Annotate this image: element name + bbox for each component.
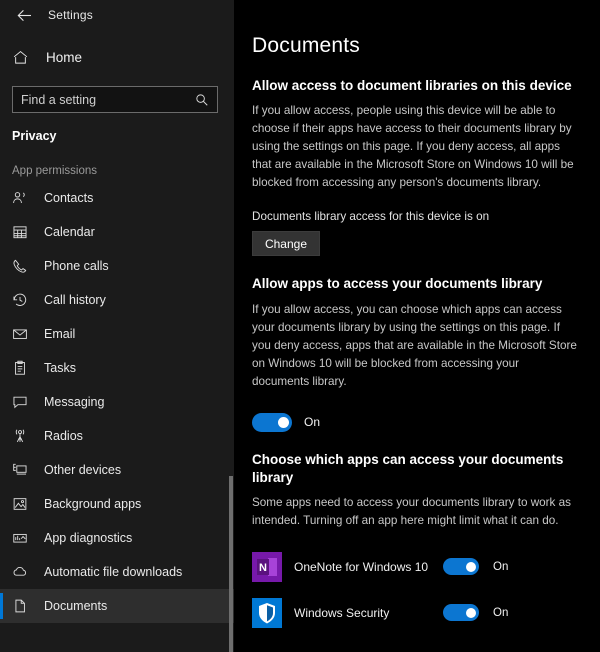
list-item: N OneNote for Windows 10 On <box>252 546 578 587</box>
sidebar-item-home[interactable]: Home <box>0 40 234 74</box>
app-toggle-windows-security[interactable] <box>443 604 479 622</box>
other-devices-icon <box>12 460 32 480</box>
app-toggle-wrap: On <box>443 558 578 576</box>
contacts-icon <box>12 188 32 208</box>
section-apps-body: If you allow access, you can choose whic… <box>252 302 577 388</box>
sidebar-category-heading: Privacy <box>12 129 57 143</box>
sidebar-item-label: Messaging <box>44 395 105 409</box>
app-name: Windows Security <box>294 605 390 620</box>
device-access-status: Documents library access for this device… <box>252 210 490 224</box>
app-name: OneNote for Windows 10 <box>294 559 429 574</box>
sidebar-item-label: Other devices <box>44 463 122 477</box>
section-apps-access: Allow apps to access your documents libr… <box>252 275 578 432</box>
apps-access-toggle-row: On <box>252 412 578 432</box>
sidebar-scrollbar[interactable] <box>228 0 234 652</box>
chat-bubble-icon <box>12 392 32 412</box>
sidebar-item-background-apps[interactable]: Background apps <box>0 487 234 521</box>
sidebar-item-email[interactable]: Email <box>0 317 234 351</box>
search-icon[interactable] <box>195 93 209 107</box>
sidebar: Settings Home Find a setting Privacy App… <box>0 0 234 652</box>
sidebar-group-heading: App permissions <box>12 165 98 177</box>
sidebar-item-label: Contacts <box>44 191 94 205</box>
document-icon <box>12 596 32 616</box>
section-choose-heading: Choose which apps can access your docume… <box>252 451 564 485</box>
app-diagnostics-icon <box>12 528 32 548</box>
onenote-icon: N <box>252 551 282 582</box>
toggle-knob <box>466 607 476 618</box>
sidebar-item-documents[interactable]: Documents <box>0 589 234 623</box>
calendar-icon <box>12 222 32 242</box>
sidebar-scrollbar-thumb[interactable] <box>229 476 233 652</box>
main-content: Documents Allow access to document libra… <box>234 0 600 652</box>
radio-tower-icon <box>12 426 32 446</box>
sidebar-item-label: App diagnostics <box>44 531 133 545</box>
sidebar-item-label: Phone calls <box>44 259 109 273</box>
app-toggle-label: On <box>493 560 509 573</box>
sidebar-item-contacts[interactable]: Contacts <box>0 181 234 215</box>
sidebar-item-label: Documents <box>44 599 108 613</box>
sidebar-item-automatic-file-downloads[interactable]: Automatic file downloads <box>0 555 234 589</box>
background-apps-icon <box>12 494 32 514</box>
window-title: Settings <box>48 8 93 22</box>
sidebar-item-home-label: Home <box>46 49 83 65</box>
page-title: Documents <box>252 34 361 57</box>
section-device-body: If you allow access, people using this d… <box>252 104 574 190</box>
toggle-knob <box>466 561 476 572</box>
section-device-access: Allow access to document libraries on th… <box>252 77 578 257</box>
clipboard-icon <box>12 358 32 378</box>
home-icon <box>12 49 36 66</box>
section-apps-heading: Allow apps to access your documents libr… <box>252 276 543 292</box>
sidebar-item-label: Automatic file downloads <box>44 565 183 579</box>
sidebar-item-label: Email <box>44 327 76 341</box>
section-choose-apps: Choose which apps can access your docume… <box>252 451 578 633</box>
sidebar-item-label: Radios <box>44 429 83 443</box>
apps-access-toggle-label: On <box>304 415 321 430</box>
app-toggle-onenote[interactable] <box>443 558 479 576</box>
clock-history-icon <box>12 290 32 310</box>
sidebar-item-tasks[interactable]: Tasks <box>0 351 234 385</box>
sidebar-item-call-history[interactable]: Call history <box>0 283 234 317</box>
cloud-download-icon <box>12 562 32 582</box>
sidebar-item-app-diagnostics[interactable]: App diagnostics <box>0 521 234 555</box>
settings-window: Settings Home Find a setting Privacy App… <box>0 0 600 652</box>
title-bar: Settings <box>0 0 234 30</box>
app-permission-list: N OneNote for Windows 10 On Windows Secu… <box>252 546 578 633</box>
search-input[interactable]: Find a setting <box>12 86 218 113</box>
envelope-icon <box>12 324 32 344</box>
app-toggle-label: On <box>493 606 509 619</box>
sidebar-item-label: Tasks <box>44 361 76 375</box>
sidebar-item-other-devices[interactable]: Other devices <box>0 453 234 487</box>
section-device-heading: Allow access to document libraries on th… <box>252 78 572 93</box>
sidebar-item-calendar[interactable]: Calendar <box>0 215 234 249</box>
section-choose-body: Some apps need to access your documents … <box>252 496 571 528</box>
toggle-knob <box>278 416 289 428</box>
windows-security-icon <box>252 597 282 628</box>
change-button[interactable]: Change <box>252 231 320 257</box>
apps-access-toggle[interactable] <box>252 412 292 432</box>
sidebar-item-label: Call history <box>44 293 106 307</box>
sidebar-item-label: Calendar <box>44 225 95 239</box>
app-toggle-wrap: On <box>443 604 578 622</box>
sidebar-item-radios[interactable]: Radios <box>0 419 234 453</box>
back-arrow-icon[interactable] <box>10 3 38 27</box>
list-item: Windows Security On <box>252 592 578 633</box>
svg-text:N: N <box>259 562 267 574</box>
search-placeholder: Find a setting <box>21 92 97 107</box>
phone-icon <box>12 256 32 276</box>
sidebar-item-label: Background apps <box>44 497 142 511</box>
sidebar-item-phone-calls[interactable]: Phone calls <box>0 249 234 283</box>
sidebar-item-messaging[interactable]: Messaging <box>0 385 234 419</box>
